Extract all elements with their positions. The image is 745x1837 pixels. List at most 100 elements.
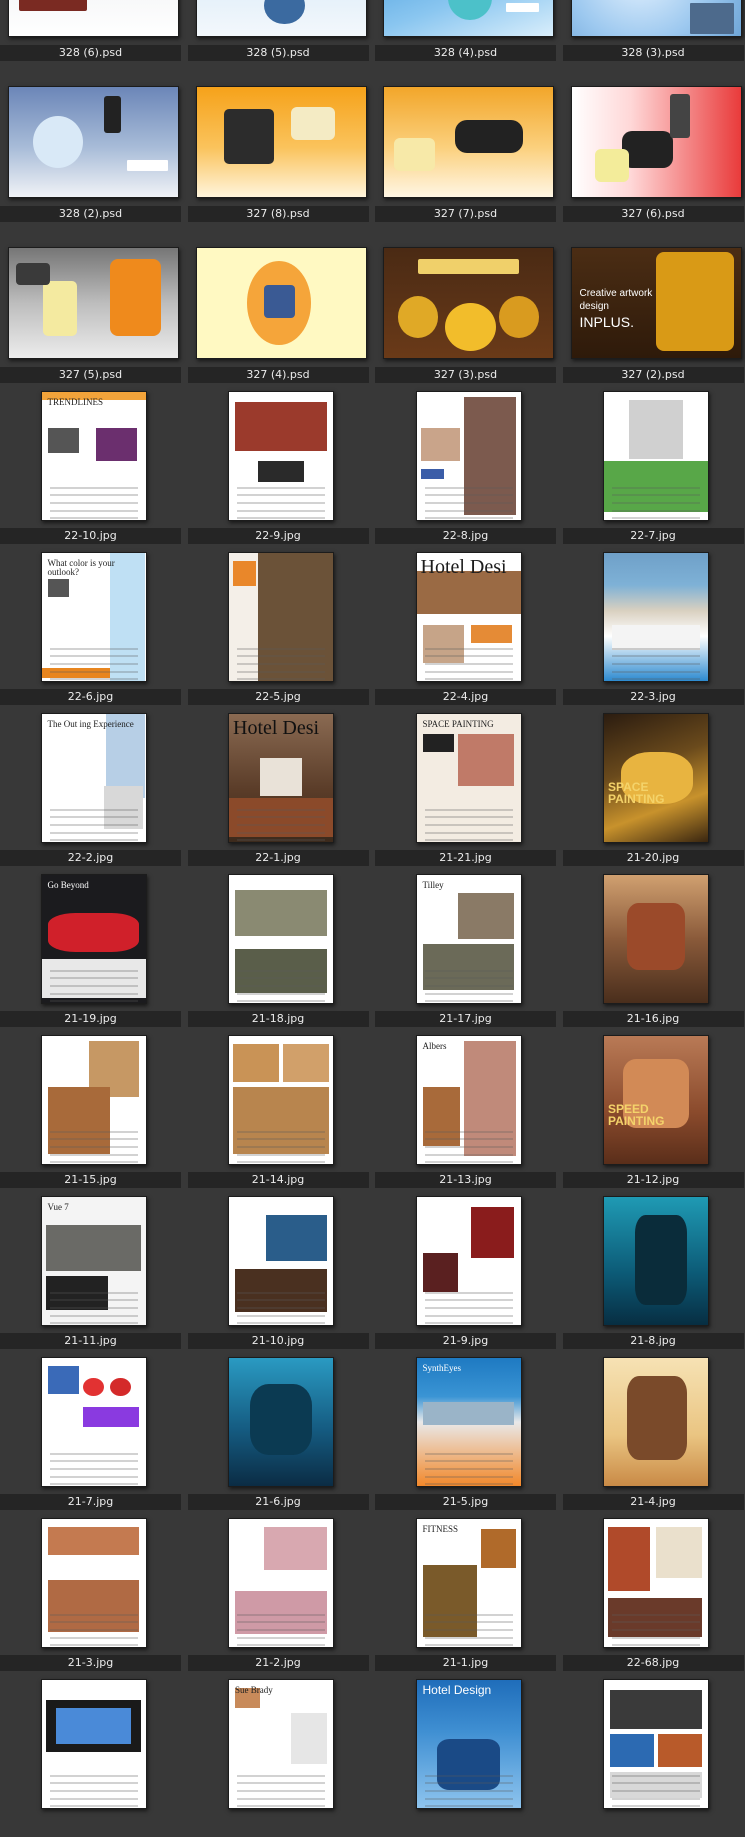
thumbnail-image[interactable] (195, 247, 367, 359)
thumbnail-image[interactable] (40, 1357, 147, 1487)
thumbnail-image[interactable] (40, 1035, 147, 1165)
text-line (424, 1613, 513, 1616)
text-line (424, 1805, 513, 1808)
thumbnail-image[interactable]: SPACE PAINTING (415, 713, 522, 843)
thumbnail-image[interactable] (383, 0, 554, 37)
thumbnail-image[interactable]: Sue Brady (228, 1679, 334, 1809)
text-line (237, 1805, 325, 1808)
thumbnail-image[interactable] (228, 1035, 334, 1165)
thumbnail-title-text: Albers (422, 1041, 447, 1051)
thumbnail-frame: SPACE PAINTING (375, 702, 562, 844)
text-line (49, 1644, 138, 1647)
thumbnail-image[interactable] (603, 1357, 709, 1487)
thumbnail-shape (422, 734, 454, 753)
thumbnail-image[interactable]: SPACE PAINTING (603, 713, 709, 843)
thumbnail-image[interactable]: FITNESS (415, 1518, 522, 1648)
thumbnail-image[interactable] (383, 247, 554, 359)
thumbnail-shape (608, 1526, 650, 1591)
thumbnail-image[interactable]: The Out ing Experience (40, 713, 147, 843)
thumbnail-shape (223, 109, 275, 164)
text-line (237, 502, 325, 505)
text-line (49, 663, 138, 666)
text-line (49, 517, 138, 520)
thumbnail-shape (458, 734, 515, 786)
thumbnail-image[interactable] (603, 391, 709, 521)
text-line (49, 1146, 138, 1149)
thumbnail-image[interactable]: What color is your outlook? (40, 552, 147, 682)
thumbnail-image[interactable]: Albers (415, 1035, 522, 1165)
thumbnail-image[interactable] (228, 391, 334, 521)
thumbnail-image[interactable] (603, 552, 709, 682)
thumbnail-image[interactable] (603, 1518, 709, 1648)
text-line (424, 1146, 513, 1149)
text-line (49, 670, 138, 673)
thumbnail-image[interactable] (8, 0, 179, 37)
text-line (424, 655, 513, 658)
thumbnail-image[interactable] (228, 1518, 334, 1648)
text-line (49, 1797, 138, 1800)
thumbnail-shape (127, 159, 168, 171)
text-line (424, 502, 513, 505)
thumbnail-shape (47, 1526, 140, 1555)
thumbnail-shape (458, 892, 515, 939)
thumbnail-image[interactable]: Creative artwork design INPLUS. (570, 247, 742, 359)
thumbnail-shape (422, 944, 515, 991)
text-line (612, 502, 700, 505)
thumbnail-image[interactable] (40, 1518, 147, 1648)
thumbnail-image[interactable] (8, 247, 179, 359)
thumbnail-image[interactable]: Tilley (415, 874, 522, 1004)
thumbnail-image[interactable]: SPEED PAINTING (603, 1035, 709, 1165)
thumbnail-image[interactable] (228, 1357, 334, 1487)
thumbnail-image[interactable] (228, 552, 334, 682)
thumbnail-shape (235, 1268, 327, 1313)
thumbnail-image[interactable] (603, 1196, 709, 1326)
thumbnail-image[interactable]: SynthEyes (415, 1357, 522, 1487)
thumbnail-image[interactable] (8, 86, 179, 198)
thumbnail-image[interactable]: Hotel Desi (228, 713, 334, 843)
thumbnail-frame (563, 58, 745, 200)
thumbnail-image[interactable]: Hotel Desi (415, 552, 522, 682)
thumbnail-image[interactable] (195, 0, 367, 37)
text-line (237, 1774, 325, 1777)
thumbnail-shape (626, 903, 686, 970)
thumbnail-frame (563, 0, 745, 39)
thumbnail-image[interactable] (40, 1679, 147, 1809)
text-line (49, 1000, 138, 1003)
thumbnail-title-text: Hotel Desi (420, 556, 507, 578)
thumbnail-image[interactable] (415, 1196, 522, 1326)
thumbnail-title-text: SPACE PAINTING (422, 719, 494, 729)
thumbnail-frame (0, 58, 187, 200)
thumbnail-image[interactable] (195, 86, 367, 198)
thumbnail-image[interactable] (570, 86, 742, 198)
thumbnail-image[interactable]: Vue 7 (40, 1196, 147, 1326)
thumbnail-image[interactable]: Go Beyond (40, 874, 147, 1004)
thumbnail-title-text: The Out ing Experience (47, 719, 134, 729)
thumbnail-title-text: What color is your outlook? (47, 558, 115, 577)
thumbnail-frame (188, 219, 375, 361)
thumbnail-frame: SPEED PAINTING (563, 1024, 745, 1166)
text-line (49, 1475, 138, 1478)
text-line (49, 1291, 138, 1294)
text-line (49, 1613, 138, 1616)
text-line (424, 509, 513, 512)
thumbnail-image[interactable]: Hotel Design (415, 1679, 522, 1809)
thumbnail-image[interactable] (228, 874, 334, 1004)
thumbnail-image[interactable] (383, 86, 554, 198)
thumbnail-image[interactable] (603, 874, 709, 1004)
thumbnail-image[interactable] (228, 1196, 334, 1326)
thumbnail-image[interactable]: TRENDLINES (40, 391, 147, 521)
thumbnail-image[interactable] (415, 391, 522, 521)
thumbnail-image[interactable] (570, 0, 742, 37)
text-line (237, 992, 325, 995)
thumbnail-shape (669, 93, 690, 138)
thumbnail-frame: SPACE PAINTING (563, 702, 745, 844)
text-line (237, 1322, 325, 1325)
thumbnail-frame (375, 380, 562, 522)
text-line (49, 1629, 138, 1632)
thumbnail-shape (397, 296, 439, 339)
thumbnail-shape (505, 3, 540, 12)
text-line (612, 663, 700, 666)
thumbnail-shape (658, 1733, 702, 1768)
text-line (424, 670, 513, 673)
thumbnail-image[interactable] (603, 1679, 709, 1809)
